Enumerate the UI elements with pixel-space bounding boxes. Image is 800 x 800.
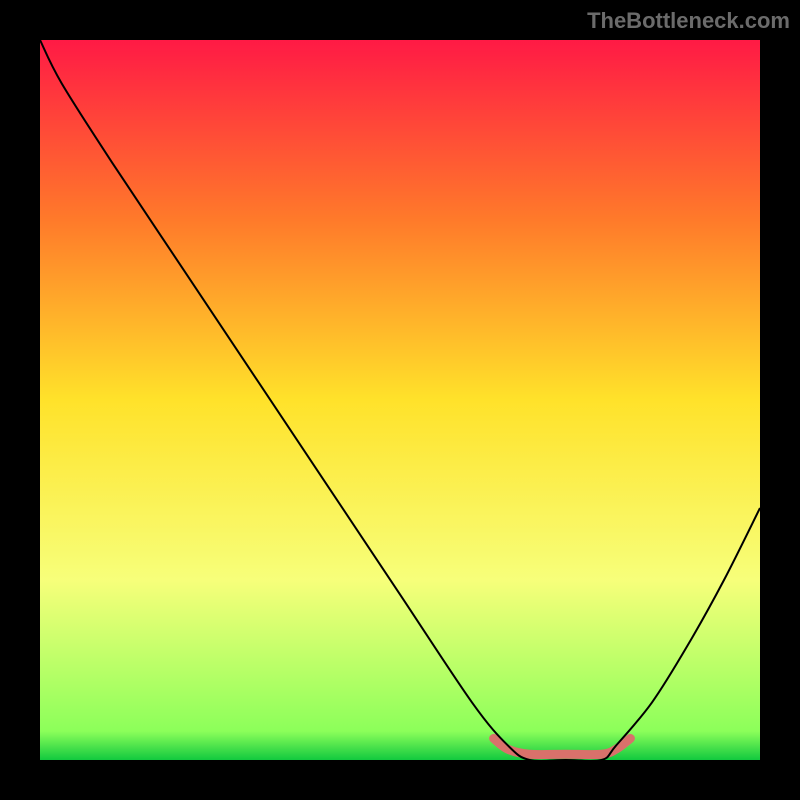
attribution-text: TheBottleneck.com: [587, 8, 790, 34]
chart-container: [40, 40, 760, 760]
bottleneck-chart: [40, 40, 760, 760]
gradient-background: [40, 40, 760, 760]
